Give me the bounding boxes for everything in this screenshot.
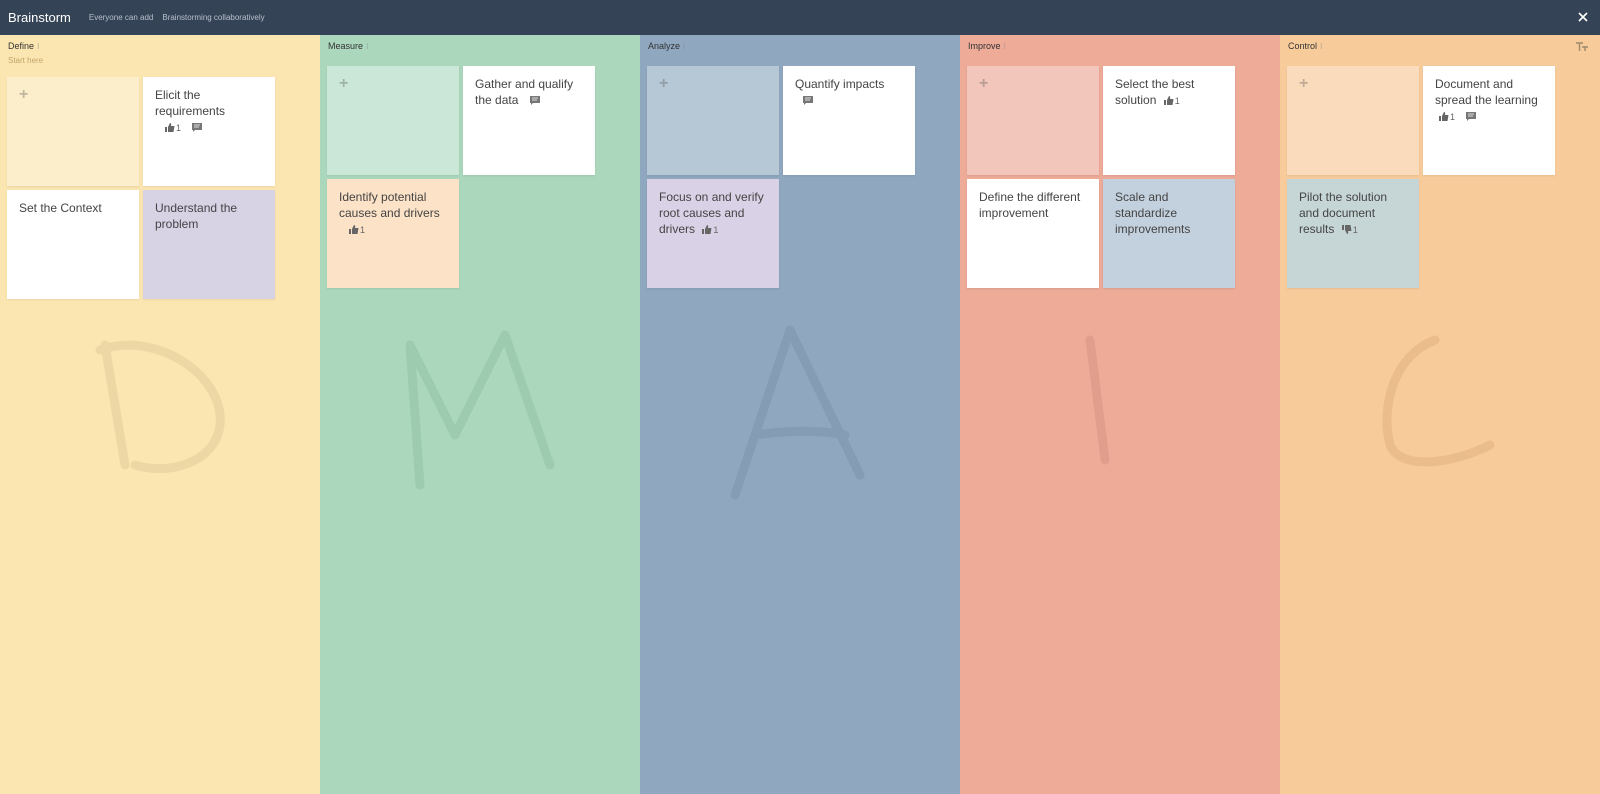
- column-title: Define: [8, 41, 35, 51]
- column-header-measure[interactable]: Measure ⁝: [328, 41, 368, 51]
- like-count[interactable]: 1: [702, 222, 718, 238]
- column-header-control[interactable]: Control ⁝: [1288, 41, 1322, 51]
- add-card-button[interactable]: +: [1287, 66, 1419, 175]
- thumbs-up-icon: [349, 225, 359, 235]
- add-card-button[interactable]: +: [7, 77, 139, 186]
- thumbs-up-icon: [1163, 96, 1174, 106]
- column-menu-icon[interactable]: ⁝: [37, 42, 39, 51]
- card-select-best-solution[interactable]: Select the best solution 1: [1103, 66, 1235, 175]
- letter-m-watermark: [405, 330, 555, 490]
- plus-icon: +: [979, 75, 989, 92]
- like-number: 1: [1450, 111, 1456, 122]
- text-format-icon[interactable]: [1576, 42, 1588, 55]
- column-header-improve[interactable]: Improve ⁝: [968, 41, 1006, 51]
- letter-a-watermark: [730, 325, 865, 500]
- column-menu-icon[interactable]: ⁝: [366, 42, 368, 51]
- card-text: Define the different improvement: [979, 190, 1081, 220]
- comment-icon[interactable]: [192, 120, 203, 136]
- card-text: Understand the problem: [155, 201, 238, 231]
- card-text: Elicit the requirements: [155, 88, 226, 118]
- like-count[interactable]: 1: [349, 222, 365, 238]
- column-analyze: Analyze ⁝ + Quantify impacts Focus on an…: [640, 35, 960, 794]
- card-focus-root-causes[interactable]: Focus on and verify root causes and driv…: [647, 179, 779, 288]
- column-control: Control ⁝ + Document and spread the lear…: [1280, 35, 1600, 794]
- app-title: Brainstorm: [8, 10, 71, 25]
- thumbs-up-icon: [165, 123, 175, 133]
- card-gather-data[interactable]: Gather and qualify the data: [463, 66, 595, 175]
- like-count[interactable]: 1: [1439, 109, 1455, 125]
- plus-icon: +: [339, 75, 349, 92]
- column-title: Analyze: [648, 41, 681, 51]
- subtitle-brainstorming: Brainstorming collaboratively: [162, 13, 265, 22]
- plus-icon: +: [659, 75, 669, 92]
- board: Define ⁝ Start here + Elicit the require…: [0, 35, 1600, 794]
- letter-d-watermark: [95, 340, 225, 474]
- dislike-count[interactable]: 1: [1341, 222, 1358, 238]
- add-card-button[interactable]: +: [327, 66, 459, 175]
- card-text: Select the best solution: [1115, 77, 1195, 107]
- comment-icon[interactable]: [1466, 109, 1477, 125]
- like-number: 1: [176, 122, 182, 133]
- card-document-learning[interactable]: Document and spread the learning 1: [1423, 66, 1555, 175]
- column-header-analyze[interactable]: Analyze ⁝: [648, 41, 685, 51]
- card-set-context[interactable]: Set the Context: [7, 190, 139, 299]
- like-number: 1: [360, 224, 366, 235]
- column-improve: Improve ⁝ + Select the best solution 1 D…: [960, 35, 1280, 794]
- plus-icon: +: [1299, 75, 1309, 92]
- like-number: 1: [713, 224, 719, 235]
- like-count[interactable]: 1: [1163, 93, 1180, 109]
- thumbs-up-icon: [1439, 112, 1449, 122]
- plus-icon: +: [19, 86, 29, 103]
- card-understand-problem[interactable]: Understand the problem: [143, 190, 275, 299]
- card-text: Identify potential causes and drivers: [339, 190, 440, 220]
- letter-c-watermark: [1382, 335, 1495, 467]
- column-header-define[interactable]: Define ⁝: [8, 41, 39, 51]
- comment-icon[interactable]: [803, 93, 813, 109]
- column-define: Define ⁝ Start here + Elicit the require…: [0, 35, 320, 794]
- add-card-button[interactable]: +: [967, 66, 1099, 175]
- column-subtitle: Start here: [8, 56, 44, 65]
- card-text: Quantify impacts: [795, 77, 885, 91]
- column-title: Measure: [328, 41, 364, 51]
- close-icon[interactable]: [1576, 10, 1590, 24]
- add-card-button[interactable]: +: [647, 66, 779, 175]
- dislike-number: 1: [1352, 224, 1358, 235]
- card-text: Scale and standardize improvements: [1115, 190, 1191, 236]
- thumbs-down-icon: [1341, 225, 1352, 235]
- card-scale-standardize[interactable]: Scale and standardize improvements: [1103, 179, 1235, 288]
- column-menu-icon[interactable]: ⁝: [683, 42, 685, 51]
- card-text: Gather and qualify the data: [475, 77, 574, 107]
- letter-i-watermark: [1085, 335, 1110, 465]
- card-elicit-requirements[interactable]: Elicit the requirements 1: [143, 77, 275, 186]
- card-quantify-impacts[interactable]: Quantify impacts: [783, 66, 915, 175]
- column-menu-icon[interactable]: ⁝: [1320, 42, 1322, 51]
- card-text: Document and spread the learning: [1435, 77, 1538, 107]
- card-identify-causes[interactable]: Identify potential causes and drivers 1: [327, 179, 459, 288]
- subtitle-everyone-can-add: Everyone can add: [88, 13, 154, 22]
- column-title: Control: [1288, 41, 1318, 51]
- column-measure: Measure ⁝ + Gather and qualify the data …: [320, 35, 640, 794]
- like-count[interactable]: 1: [165, 120, 181, 136]
- column-menu-icon[interactable]: ⁝: [1004, 42, 1006, 51]
- card-text: Set the Context: [19, 201, 102, 215]
- card-define-improvement[interactable]: Define the different improvement: [967, 179, 1099, 288]
- thumbs-up-icon: [702, 225, 712, 235]
- top-bar: Brainstorm Everyone can add Brainstormin…: [0, 0, 1600, 35]
- column-title: Improve: [968, 41, 1001, 51]
- card-pilot-solution[interactable]: Pilot the solution and document results …: [1287, 179, 1419, 288]
- comment-icon[interactable]: [529, 93, 540, 109]
- like-number: 1: [1174, 95, 1180, 106]
